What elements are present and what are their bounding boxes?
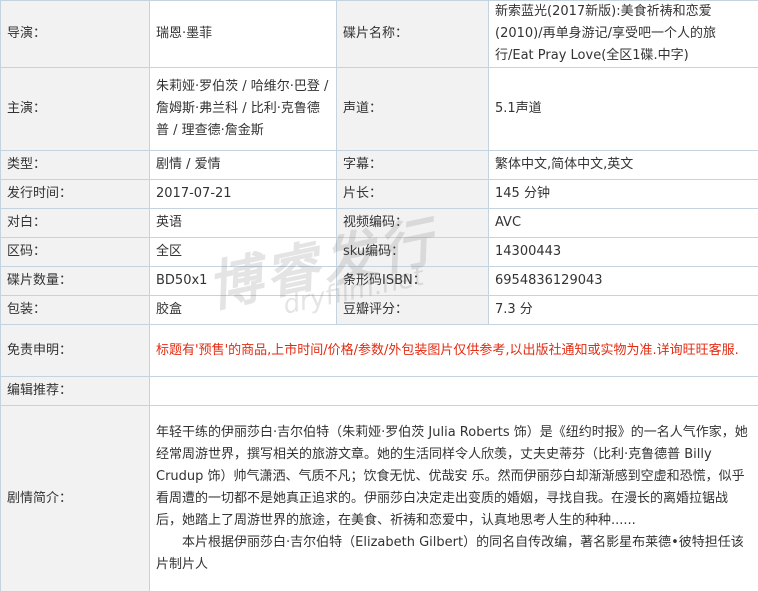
disc-count-label: 碟片数量： [1, 267, 150, 296]
table-row: 对白： 英语 视频编码： AVC [1, 209, 758, 238]
barcode-value: 6954836129043 [489, 267, 758, 296]
synopsis-cell: 年轻干练的伊丽莎白·吉尔伯特（朱莉娅·罗伯茨 Julia Roberts 饰）是… [150, 406, 758, 592]
cast-value: 朱莉娅·罗伯茨 / 哈维尔·巴登 / 詹姆斯·弗兰科 / 比利·克鲁德普 / 理… [150, 68, 337, 151]
release-label: 发行时间： [1, 180, 150, 209]
table-row: 编辑推荐： [1, 377, 758, 406]
sku-value: 14300443 [489, 238, 758, 267]
runtime-label: 片长： [337, 180, 489, 209]
audio-label: 声道： [337, 68, 489, 151]
dialogue-value: 英语 [150, 209, 337, 238]
douban-label: 豆瓣评分： [337, 296, 489, 325]
table-row: 包装： 胶盒 豆瓣评分： 7.3 分 [1, 296, 758, 325]
table-row: 碟片数量： BD50x1 条形码ISBN： 6954836129043 [1, 267, 758, 296]
table-row: 区码： 全区 sku编码： 14300443 [1, 238, 758, 267]
region-value: 全区 [150, 238, 337, 267]
editor-pick-value [150, 377, 758, 406]
video-codec-label: 视频编码： [337, 209, 489, 238]
disc-name-label: 碟片名称： [337, 1, 489, 68]
table-row: 发行时间： 2017-07-21 片长： 145 分钟 [1, 180, 758, 209]
sku-label: sku编码： [337, 238, 489, 267]
disclaimer-label: 免责申明： [1, 325, 150, 377]
disclaimer-value: 标题有'预售'的商品,上市时间/价格/参数/外包装图片仅供参考,以出版社通知或实… [150, 325, 758, 377]
editor-pick-label: 编辑推荐： [1, 377, 150, 406]
region-label: 区码： [1, 238, 150, 267]
table-row: 导演： 瑞恩·墨菲 碟片名称： 新索蓝光(2017新版):美食祈祷和恋爱(201… [1, 1, 758, 68]
video-codec-value: AVC [489, 209, 758, 238]
genre-value: 剧情 / 爱情 [150, 151, 337, 180]
disc-name-value: 新索蓝光(2017新版):美食祈祷和恋爱(2010)/再单身游记/享受吧一个人的… [489, 1, 758, 68]
disc-count-value: BD50x1 [150, 267, 337, 296]
table-row: 类型： 剧情 / 爱情 字幕： 繁体中文,简体中文,英文 [1, 151, 758, 180]
subtitles-value: 繁体中文,简体中文,英文 [489, 151, 758, 180]
table-row: 剧情简介： 年轻干练的伊丽莎白·吉尔伯特（朱莉娅·罗伯茨 Julia Rober… [1, 406, 758, 592]
product-spec-table: 导演： 瑞恩·墨菲 碟片名称： 新索蓝光(2017新版):美食祈祷和恋爱(201… [0, 0, 758, 592]
subtitles-label: 字幕： [337, 151, 489, 180]
synopsis-label: 剧情简介： [1, 406, 150, 592]
genre-label: 类型： [1, 151, 150, 180]
audio-value: 5.1声道 [489, 68, 758, 151]
cast-label: 主演： [1, 68, 150, 151]
release-value: 2017-07-21 [150, 180, 337, 209]
runtime-value: 145 分钟 [489, 180, 758, 209]
synopsis-paragraph-1: 年轻干练的伊丽莎白·吉尔伯特（朱莉娅·罗伯茨 Julia Roberts 饰）是… [156, 422, 752, 532]
packaging-value: 胶盒 [150, 296, 337, 325]
packaging-label: 包装： [1, 296, 150, 325]
table-row: 主演： 朱莉娅·罗伯茨 / 哈维尔·巴登 / 詹姆斯·弗兰科 / 比利·克鲁德普… [1, 68, 758, 151]
synopsis-paragraph-2: 本片根据伊丽莎白·吉尔伯特（Elizabeth Gilbert）的同名自传改编，… [156, 532, 752, 576]
director-value: 瑞恩·墨菲 [150, 1, 337, 68]
douban-value: 7.3 分 [489, 296, 758, 325]
director-label: 导演： [1, 1, 150, 68]
table-row: 免责申明： 标题有'预售'的商品,上市时间/价格/参数/外包装图片仅供参考,以出… [1, 325, 758, 377]
barcode-label: 条形码ISBN： [337, 267, 489, 296]
dialogue-label: 对白： [1, 209, 150, 238]
